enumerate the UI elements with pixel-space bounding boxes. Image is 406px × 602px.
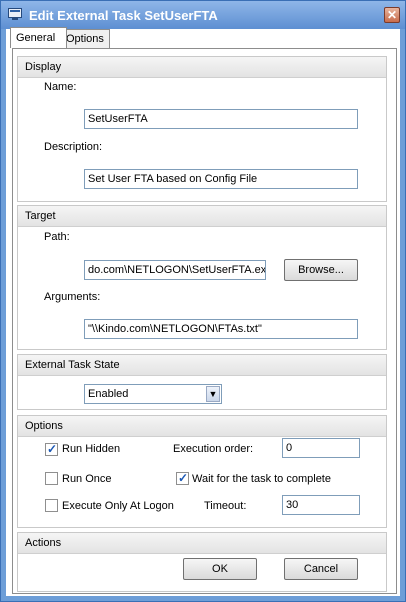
path-field[interactable]: do.com\NETLOGON\SetUserFTA.exe	[84, 260, 266, 280]
execute-only-at-logon-label: Execute Only At Logon	[62, 500, 174, 512]
timeout-label: Timeout:	[204, 500, 247, 512]
path-label: Path:	[44, 231, 70, 243]
state-select[interactable]: Enabled ▼	[84, 384, 222, 404]
chevron-down-icon[interactable]: ▼	[206, 386, 220, 402]
arguments-field[interactable]: "\\Kindo.com\NETLOGON\FTAs.txt"	[84, 319, 358, 339]
window-title: Edit External Task SetUserFTA	[29, 8, 218, 23]
wait-for-task-label: Wait for the task to complete	[192, 473, 331, 485]
title-bar[interactable]: Edit External Task SetUserFTA ✕	[1, 1, 405, 29]
task-icon	[8, 8, 22, 20]
cancel-button[interactable]: Cancel	[284, 558, 358, 580]
close-icon[interactable]: ✕	[384, 7, 400, 23]
state-select-value: Enabled	[88, 388, 129, 400]
description-label: Description:	[44, 141, 103, 153]
run-once-label: Run Once	[62, 473, 112, 485]
run-hidden-checkbox[interactable]: ✓	[45, 442, 58, 456]
run-once-checkbox[interactable]	[45, 472, 58, 485]
tab-general-label: General	[16, 32, 56, 44]
ok-button[interactable]: OK	[183, 558, 257, 580]
run-hidden-label: Run Hidden	[62, 443, 121, 455]
wait-for-task-checkbox[interactable]: ✓	[176, 471, 189, 485]
dialog-window: Edit External Task SetUserFTA ✕ General …	[0, 0, 406, 602]
tab-options-label: Options	[66, 33, 104, 45]
execution-order-label: Execution order:	[173, 443, 254, 455]
name-field[interactable]: SetUserFTA	[84, 109, 358, 129]
actions-group-header: Actions	[18, 533, 386, 554]
options-group-header: Options	[18, 416, 386, 437]
execution-order-field[interactable]: 0	[282, 438, 360, 458]
checkmark-icon: ✓	[47, 442, 58, 456]
arguments-label: Arguments:	[44, 291, 101, 303]
browse-button[interactable]: Browse...	[284, 259, 358, 281]
description-field[interactable]: Set User FTA based on Config File	[84, 169, 358, 189]
name-label: Name:	[44, 81, 77, 93]
tab-general[interactable]: General	[10, 27, 67, 48]
checkmark-icon: ✓	[178, 471, 189, 485]
target-group-header: Target	[18, 206, 386, 227]
tab-options[interactable]: Options	[60, 29, 110, 48]
state-group-header: External Task State	[18, 355, 386, 376]
execute-only-at-logon-checkbox[interactable]	[45, 499, 58, 512]
display-group-header: Display	[18, 57, 386, 78]
timeout-field[interactable]: 30	[282, 495, 360, 515]
